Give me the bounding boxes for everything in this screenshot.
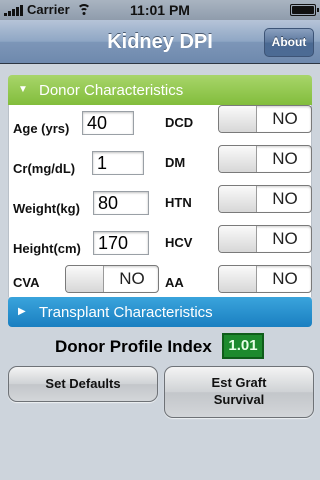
nav-bar: Kidney DPI About [0,20,320,64]
est-graft-survival-button[interactable]: Est Graft Survival [164,366,314,418]
toggle-knob [219,106,257,132]
transplant-section-title: Transplant Characteristics [39,304,213,321]
htn-label: HTN [165,195,192,210]
hcv-label: HCV [165,235,193,250]
toggle-knob [219,186,257,212]
dpi-label: Donor Profile Index [55,337,212,356]
dcd-toggle-value: NO [272,109,298,128]
status-time: 11:01 PM [130,2,190,18]
dm-toggle[interactable]: NO [218,145,312,173]
aa-toggle-value: NO [272,269,298,288]
set-defaults-button[interactable]: Set Defaults [8,366,158,402]
toggle-knob [219,266,257,292]
cr-label: Cr(mg/dL) [13,161,76,176]
about-button[interactable]: About [264,28,314,57]
height-label: Height(cm) [13,241,81,256]
expand-down-arrow-icon: ▼ [18,84,28,95]
cva-toggle-value: NO [119,269,145,288]
donor-card: Age (yrs) 40 Cr(mg/dL) 1 Weight(kg) 80 H… [8,105,312,297]
graft-button-line2: Survival [213,392,265,407]
aa-label: AA [165,275,184,290]
toggle-knob [219,146,257,172]
htn-toggle-value: NO [272,189,298,208]
toggle-knob [219,226,257,252]
weight-label: Weight(kg) [13,201,80,216]
dcd-toggle[interactable]: NO [218,105,312,133]
dpi-value: 1.01 [222,333,264,359]
dcd-label: DCD [165,115,194,130]
status-bar: Carrier 11:01 PM [0,0,320,20]
hcv-toggle-value: NO [272,229,298,248]
htn-toggle[interactable]: NO [218,185,312,213]
battery-icon [290,4,319,16]
cva-label: CVA [13,275,40,290]
age-label: Age (yrs) [13,121,70,136]
transplant-section-header[interactable]: ▶ Transplant Characteristics [8,297,312,327]
cva-toggle[interactable]: NO [65,265,159,293]
dm-label: DM [165,155,186,170]
donor-section-title: Donor Characteristics [39,82,184,99]
graft-button-line1: Est Graft [211,375,267,390]
weight-input[interactable]: 80 [93,191,149,215]
cr-input[interactable]: 1 [92,151,144,175]
dm-toggle-value: NO [272,149,298,168]
hcv-toggle[interactable]: NO [218,225,312,253]
donor-section-header[interactable]: ▼ Donor Characteristics [8,75,312,105]
expand-right-arrow-icon: ▶ [18,306,26,317]
height-input[interactable]: 170 [93,231,149,255]
toggle-knob [66,266,104,292]
aa-toggle[interactable]: NO [218,265,312,293]
main-content: ▼ Donor Characteristics Age (yrs) 40 Cr(… [0,65,320,480]
age-input[interactable]: 40 [82,111,134,135]
